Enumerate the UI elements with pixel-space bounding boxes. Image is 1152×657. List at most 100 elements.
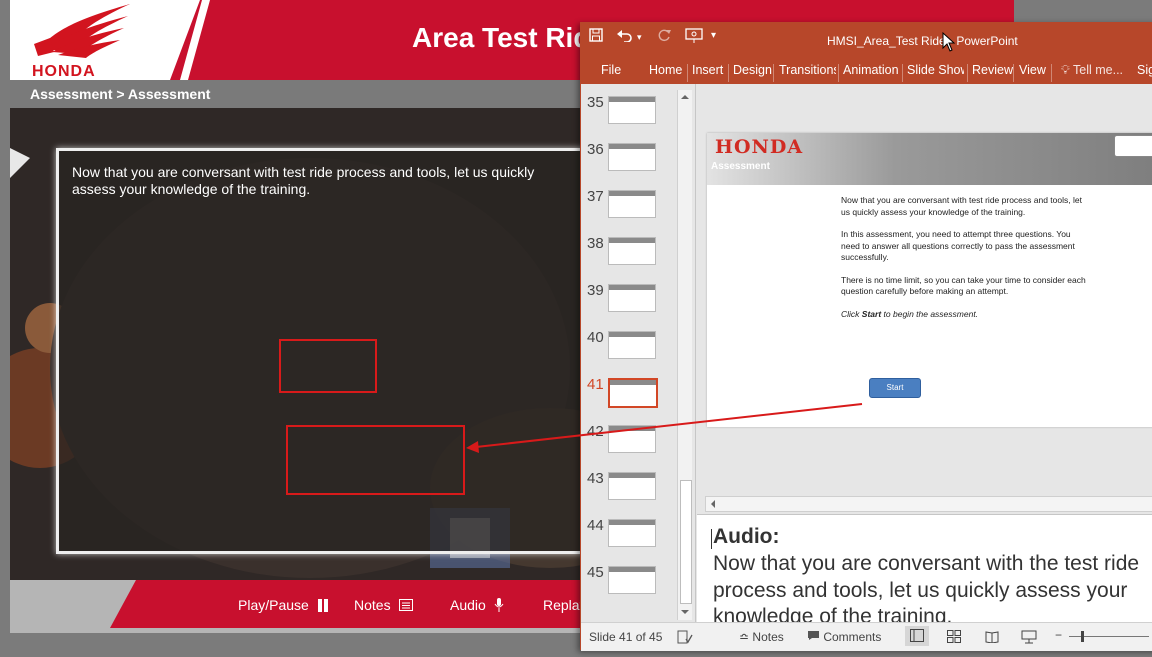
breadcrumb-text: Assessment > Assessment xyxy=(30,86,211,102)
notes-button[interactable]: Notes xyxy=(354,597,413,613)
slide-thumbnail[interactable] xyxy=(608,237,656,265)
tab-view[interactable]: View xyxy=(1019,63,1046,77)
current-slide[interactable]: HONDA Assessment Now that you are conver… xyxy=(707,133,1152,427)
audio-label: Audio xyxy=(450,597,486,613)
slide-paragraph: There is no time limit, so you can take … xyxy=(841,274,1086,297)
slide-thumbnail[interactable] xyxy=(608,143,656,171)
tab-insert[interactable]: Insert xyxy=(692,63,723,77)
slide-editor: HONDA Assessment Now that you are conver… xyxy=(697,84,1152,484)
slide-thumbnail[interactable] xyxy=(608,425,656,453)
slide-thumbnail[interactable] xyxy=(608,331,656,359)
thumbnail-header-band xyxy=(609,473,655,478)
normal-view-icon xyxy=(910,629,924,642)
slide-thumbnail[interactable] xyxy=(608,378,658,408)
tab-transitions[interactable]: Transitions xyxy=(779,63,836,77)
microphone-icon xyxy=(494,598,504,612)
sign-in-link[interactable]: Sign in xyxy=(1137,63,1152,77)
slide-top-button[interactable] xyxy=(1114,135,1152,157)
slide-instruction: Click Start to begin the assessment. xyxy=(841,309,1091,321)
notes-heading: Audio: xyxy=(713,525,780,548)
notes-label: Notes xyxy=(354,597,391,613)
notes-pane[interactable]: Audio: Now that you are conversant with … xyxy=(697,514,1152,628)
tab-separator xyxy=(838,64,839,82)
status-notes-button[interactable]: ≏ Notes xyxy=(739,630,784,644)
reading-view-button[interactable] xyxy=(985,630,999,646)
thumbnail-header-band xyxy=(609,97,655,102)
slide-paragraph: Now that you are conversant with test ri… xyxy=(841,195,1082,217)
slide-sorter-button[interactable] xyxy=(947,630,961,646)
tab-review[interactable]: Review xyxy=(972,63,1013,77)
ribbon-tabs: File Home Insert Design Transitions Anim… xyxy=(581,58,1152,84)
play-pause-button[interactable]: Play/Pause xyxy=(238,597,329,613)
scroll-left-icon[interactable] xyxy=(708,499,718,509)
slide-body-text[interactable]: Now that you are conversant with test ri… xyxy=(841,195,1091,331)
scroll-up-icon[interactable] xyxy=(680,92,690,102)
ppt-titlebar: ▾ ▾ HMSI_Area_Test Ride - PowerPoint xyxy=(581,22,1152,58)
thumbnail-header-band xyxy=(609,567,655,572)
instruction-keyword: Start xyxy=(861,308,882,319)
pane-divider[interactable] xyxy=(695,84,696,622)
instruction-prefix: Click xyxy=(841,308,860,319)
undo-dropdown-icon[interactable]: ▾ xyxy=(637,32,642,43)
undo-icon[interactable] xyxy=(617,28,633,47)
pause-icon xyxy=(317,598,328,612)
slide-show-icon xyxy=(1021,630,1037,644)
thumbnail-scrollbar[interactable] xyxy=(677,90,692,620)
slide-thumbnail[interactable] xyxy=(608,519,656,547)
slide-thumbnail[interactable] xyxy=(608,472,656,500)
redo-icon xyxy=(657,28,671,47)
status-bar: Slide 41 of 45 ≏ Notes Comments − xyxy=(581,622,1152,651)
stage-text: Now that you are conversant with test ri… xyxy=(72,164,535,197)
tab-design[interactable]: Design xyxy=(733,63,772,77)
lightbulb-icon: 💡︎ xyxy=(1061,63,1070,77)
tab-file[interactable]: File xyxy=(601,63,621,77)
audio-button[interactable]: Audio xyxy=(450,597,504,613)
slide-paragraph: In this assessment, you need to attempt … xyxy=(841,229,1075,262)
thumbnail-number: 37 xyxy=(587,188,604,205)
thumbnail-header-band xyxy=(610,380,656,385)
slide-show-button[interactable] xyxy=(1021,630,1037,647)
tab-animations[interactable]: Animation xyxy=(843,63,899,77)
comment-icon xyxy=(808,631,819,640)
slide-honda-logo: HONDA xyxy=(715,136,804,158)
notes-line: process and tools, let us quickly assess… xyxy=(713,578,1128,602)
tell-me-label: Tell me... xyxy=(1073,63,1124,77)
tab-separator xyxy=(687,64,688,82)
slide-thumbnail[interactable] xyxy=(608,190,656,218)
slide-thumbnail[interactable] xyxy=(608,566,656,594)
normal-view-button[interactable] xyxy=(905,626,929,646)
tab-slide-show[interactable]: Slide Show xyxy=(907,63,964,77)
slide-start-button[interactable]: Start xyxy=(869,378,921,398)
honda-logo: HONDA xyxy=(10,0,200,80)
thumbnail-header-band xyxy=(609,238,655,243)
thumbnail-number: 40 xyxy=(587,329,604,346)
start-button-placeholder-highlight xyxy=(286,425,465,495)
status-comments-button[interactable]: Comments xyxy=(807,630,881,644)
zoom-out-button[interactable]: − xyxy=(1055,628,1062,642)
slide-thumbnail[interactable] xyxy=(608,96,656,124)
scrollbar-thumb[interactable] xyxy=(680,480,692,604)
instruction-suffix: to begin the assessment. xyxy=(883,308,979,319)
tab-separator xyxy=(728,64,729,82)
reading-view-icon xyxy=(985,631,999,644)
tab-home[interactable]: Home xyxy=(649,63,682,77)
powerpoint-window: ▾ ▾ HMSI_Area_Test Ride - PowerPoint Fil… xyxy=(580,22,1152,651)
zoom-slider-thumb[interactable] xyxy=(1081,631,1084,642)
scroll-down-icon[interactable] xyxy=(680,607,690,617)
status-notes-label: Notes xyxy=(752,630,784,644)
slide-thumbnail[interactable] xyxy=(608,284,656,312)
tell-me-search[interactable]: 💡︎ Tell me... xyxy=(1061,63,1123,78)
notes-icon xyxy=(398,599,413,611)
customize-toolbar-icon[interactable]: ▾ xyxy=(711,30,716,41)
present-from-beginning-icon[interactable] xyxy=(685,28,703,49)
thumbnail-number: 38 xyxy=(587,235,604,252)
text-caret xyxy=(711,529,712,549)
spell-check-icon[interactable] xyxy=(677,630,693,647)
horizontal-scrollbar[interactable] xyxy=(705,496,1152,512)
slide-thumbnail-pane: 35 36 37 38 39 40 41 42 43 44 45 xyxy=(581,84,693,622)
thumbnail-number: 36 xyxy=(587,141,604,158)
save-icon[interactable] xyxy=(589,28,603,47)
notes-text: Now that you are conversant with the tes… xyxy=(713,551,1152,631)
tab-separator xyxy=(967,64,968,82)
thumbnail-number: 44 xyxy=(587,517,604,534)
